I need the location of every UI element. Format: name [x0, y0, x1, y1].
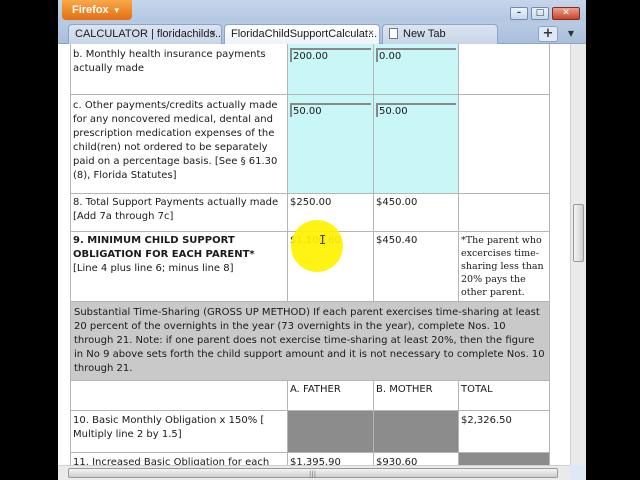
- row-7c-label: c. Other payments/credits actually made …: [70, 94, 288, 194]
- substantial-time-sharing-banner: Substantial Time-Sharing (GROSS UP METHO…: [70, 301, 550, 381]
- row-9-formula: [Line 4 plus line 6; minus line 8]: [73, 263, 234, 274]
- row-11-father: $1,395.90: [287, 452, 374, 465]
- horizontal-scrollbar-thumb[interactable]: |||: [68, 468, 558, 478]
- row-11-label: 11. Increased Basic Obligation for each: [70, 452, 288, 465]
- row-10-mother-cell: [373, 410, 459, 453]
- table-row: c. Other payments/credits actually made …: [70, 94, 550, 194]
- row-7c-father-cell: 50.00: [287, 94, 374, 194]
- tab-label: FloridaChildSupportCalculat...: [231, 28, 378, 40]
- tab-label: New Tab: [403, 28, 446, 40]
- tab-strip: CALCULATOR | floridachilds... × FloridaC…: [58, 22, 586, 44]
- row-8-total-cell: [458, 193, 550, 232]
- column-header-father: A. FATHER: [287, 380, 374, 411]
- row-7c-total-cell: [458, 94, 550, 194]
- close-window-button[interactable]: ✕: [552, 7, 580, 20]
- row-7b-mother-input[interactable]: 0.00: [376, 48, 456, 62]
- firefox-menu-button[interactable]: Firefox ▼: [62, 0, 132, 20]
- row-8-mother: $450.00: [373, 193, 459, 232]
- row-10-father-cell: [287, 410, 374, 453]
- vertical-scrollbar-thumb[interactable]: [573, 204, 584, 262]
- row-9-note: *The parent who excercises time-sharing …: [458, 231, 550, 302]
- table-row: Substantial Time-Sharing (GROSS UP METHO…: [70, 301, 550, 381]
- header-blank-cell: [70, 380, 288, 411]
- table-row: 10. Basic Monthly Obligation x 150% [ Mu…: [70, 410, 550, 453]
- close-icon[interactable]: ×: [368, 25, 374, 43]
- row-7b-label: b. Monthly health insurance payments act…: [70, 44, 288, 95]
- row-7b-mother-cell: 0.00: [373, 44, 459, 95]
- chevron-down-icon: ▼: [112, 6, 121, 15]
- row-10-label: 10. Basic Monthly Obligation x 150% [ Mu…: [70, 410, 288, 453]
- page-content: b. Monthly health insurance payments act…: [58, 44, 570, 465]
- row-9-label-cell: 9. MINIMUM CHILD SUPPORT OBLIGATION FOR …: [70, 231, 288, 302]
- row-7b-father-cell: 200.00: [287, 44, 374, 95]
- table-row: 11. Increased Basic Obligation for each …: [70, 452, 550, 465]
- horizontal-scrollbar[interactable]: |||: [58, 465, 570, 480]
- row-11-total-cell: [458, 452, 550, 465]
- close-icon[interactable]: ×: [210, 25, 216, 43]
- row-11-mother: $930.60: [373, 452, 459, 465]
- row-7b-father-input[interactable]: 200.00: [290, 48, 371, 62]
- row-9-mother: $450.40: [373, 231, 459, 302]
- column-header-mother: B. MOTHER: [373, 380, 459, 411]
- text-cursor-icon: I: [319, 233, 327, 247]
- grip-icon: |||: [309, 470, 317, 478]
- table-row: b. Monthly health insurance payments act…: [70, 44, 550, 95]
- row-7b-total-cell: [458, 44, 550, 95]
- firefox-menu-label: Firefox: [72, 4, 109, 16]
- tab-label: CALCULATOR | floridachilds...: [75, 28, 222, 40]
- row-10-total: $2,326.50: [458, 410, 550, 453]
- maximize-button[interactable]: □: [531, 7, 549, 20]
- row-7c-father-input[interactable]: 50.00: [290, 103, 371, 117]
- browser-window: Firefox ▼ – □ ✕ CALCULATOR | floridachild…: [58, 0, 586, 480]
- minimize-button[interactable]: –: [510, 7, 528, 20]
- page-icon: [389, 28, 398, 39]
- tab-new-tab[interactable]: New Tab: [382, 24, 498, 44]
- row-8-label: 8. Total Support Payments actually made …: [70, 193, 288, 232]
- cursor-highlight: [291, 220, 343, 272]
- vertical-scrollbar[interactable]: [570, 44, 586, 465]
- row-9-label: 9. MINIMUM CHILD SUPPORT OBLIGATION FOR …: [73, 235, 255, 260]
- column-header-total: TOTAL: [458, 380, 550, 411]
- new-tab-button[interactable]: +: [538, 26, 558, 42]
- tab-florida-child-support[interactable]: FloridaChildSupportCalculat... ×: [224, 24, 380, 44]
- row-7c-mother-cell: 50.00: [373, 94, 459, 194]
- tab-list-button[interactable]: ▼: [562, 26, 580, 42]
- row-7c-mother-input[interactable]: 50.00: [376, 103, 456, 117]
- title-bar: Firefox ▼ – □ ✕: [58, 0, 586, 22]
- table-row: A. FATHER B. MOTHER TOTAL: [70, 380, 550, 411]
- tab-calculator[interactable]: CALCULATOR | floridachilds... ×: [68, 24, 222, 44]
